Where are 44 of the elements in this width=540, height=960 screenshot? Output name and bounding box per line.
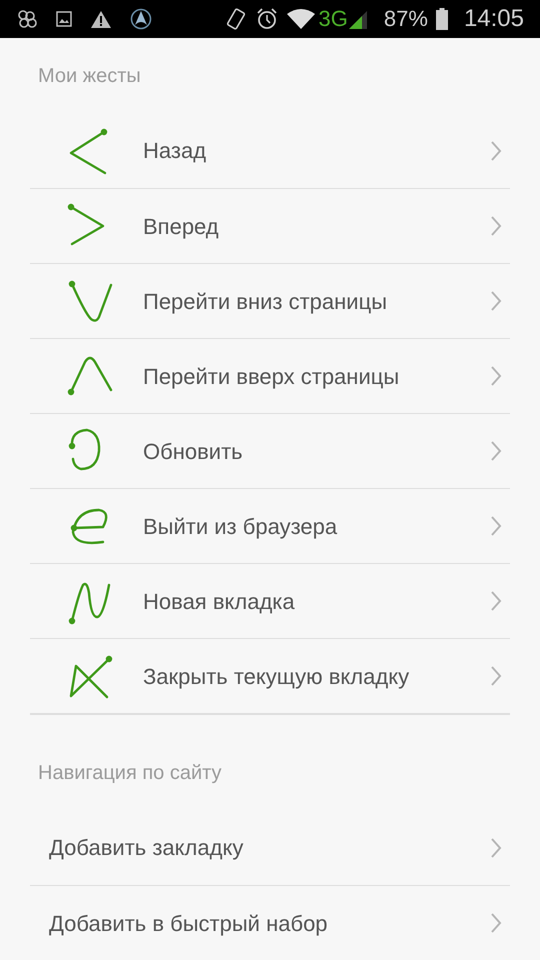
chevron-right-icon <box>490 515 502 537</box>
wifi-icon <box>286 8 315 30</box>
chevron-right-icon <box>490 590 502 612</box>
item-label: Вперед <box>143 212 219 241</box>
list-item[interactable]: Обновить <box>30 413 510 488</box>
list-item[interactable]: Перейти вниз страницы <box>30 263 510 338</box>
list-item[interactable]: Перейти вверх страницы <box>30 338 510 413</box>
network-type: 3G <box>318 8 348 30</box>
section-header: Мои жесты <box>38 64 141 88</box>
list-item[interactable]: Назад <box>30 113 510 188</box>
clock-time: 14:05 <box>464 7 524 31</box>
item-label: Перейти вверх страницы <box>143 362 400 391</box>
list-item[interactable]: Добавить в быстрый набор <box>30 885 510 960</box>
item-label: Добавить в быстрый набор <box>49 910 328 938</box>
battery-icon <box>436 8 448 30</box>
battery-percent: 87% <box>384 8 428 30</box>
list-item[interactable]: Вперед <box>30 188 510 263</box>
image-icon <box>56 11 72 27</box>
item-label: Обновить <box>143 438 243 466</box>
item-label: Новая вкладка <box>143 588 295 616</box>
compass-icon <box>130 8 152 30</box>
flower-icon <box>16 9 38 29</box>
item-label: Перейти вниз страницы <box>143 288 388 316</box>
chevron-right-icon <box>490 365 502 387</box>
chevron-right-icon <box>490 440 502 462</box>
vibrate-icon <box>224 7 247 31</box>
item-label: Выйти из браузера <box>143 512 338 541</box>
list-item[interactable]: Новая вкладка <box>30 563 510 638</box>
chevron-right-icon <box>490 140 502 162</box>
chevron-right-icon <box>490 290 502 312</box>
warning-icon <box>90 10 112 28</box>
list-item[interactable]: Добавить закладку <box>30 810 510 885</box>
item-label: Закрыть текущую вкладку <box>143 662 410 691</box>
list-item[interactable]: Закрыть текущую вкладку <box>30 638 510 713</box>
alarm-icon <box>254 7 279 31</box>
item-label: Добавить закладку <box>49 834 244 862</box>
chevron-right-icon <box>490 665 502 687</box>
section-header: Навигация по сайту <box>38 760 222 786</box>
list-item[interactable]: Выйти из браузера <box>30 488 510 563</box>
item-label: Назад <box>143 137 206 165</box>
signal-icon <box>348 9 368 29</box>
chevron-right-icon <box>490 215 502 237</box>
chevron-right-icon <box>490 912 502 934</box>
chevron-right-icon <box>490 836 502 858</box>
